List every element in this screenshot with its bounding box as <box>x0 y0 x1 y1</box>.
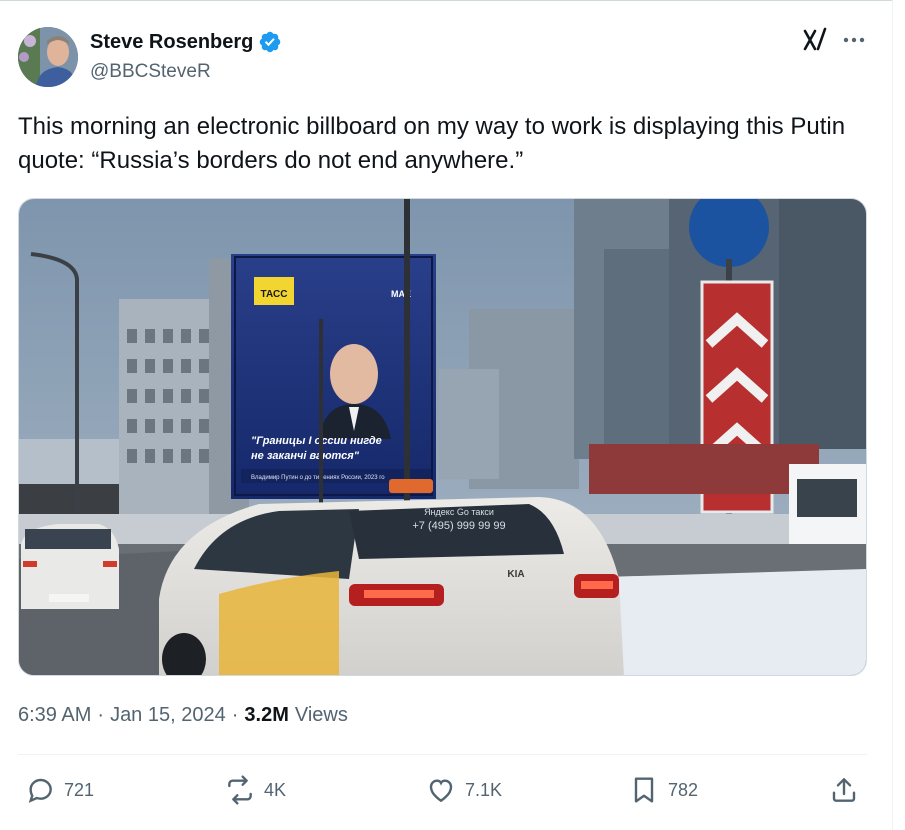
reply-icon <box>28 778 52 803</box>
meta-separator-2: · <box>231 704 239 726</box>
views-count: 3.2M <box>244 704 289 726</box>
taxi-service-text: Яндекс Go такси <box>424 507 494 517</box>
bookmark-count: 782 <box>668 779 699 800</box>
top-border <box>0 0 892 1</box>
author-name-row[interactable]: Steve Rosenberg <box>90 30 282 54</box>
like-count: 7.1K <box>465 779 503 800</box>
bookmark-button[interactable]: 782 <box>628 774 698 806</box>
reply-button[interactable]: 721 <box>24 774 94 806</box>
column-border <box>892 0 893 830</box>
billboard-quote-line2: не заканчі ваются" <box>251 450 360 462</box>
billboard-caption: Владимир Путин о до тижениях России, 202… <box>251 475 385 481</box>
tweet-time[interactable]: 6:39 AM <box>18 704 91 727</box>
divider <box>18 754 867 755</box>
reply-count: 721 <box>64 779 95 800</box>
bookmark-icon <box>634 777 654 803</box>
meta-separator: · <box>97 704 105 726</box>
repost-count: 4K <box>264 779 287 800</box>
share-button[interactable] <box>828 774 860 806</box>
tweet-meta: 6:39 AM · Jan 15, 2024 · 3.2M Views <box>18 704 348 727</box>
taxi-phone-text: +7 (495) 999 99 99 <box>412 520 505 532</box>
author-display-name[interactable]: Steve Rosenberg <box>90 31 253 54</box>
billboard-tass-logo: ТАСС <box>261 289 288 300</box>
repost-button[interactable]: 4K <box>224 774 286 806</box>
heart-icon <box>429 779 453 803</box>
repost-icon <box>228 775 252 805</box>
tweet-date[interactable]: Jan 15, 2024 <box>110 704 226 727</box>
views-label: Views <box>294 704 348 726</box>
tweet-photo[interactable]: ТАСС МАЕ "Границы I оссии нигде не закан… <box>18 198 867 676</box>
like-button[interactable]: 7.1K <box>425 774 502 806</box>
grok-icon[interactable] <box>801 26 829 54</box>
verified-badge-icon <box>260 31 281 53</box>
taxi-brand-badge: KIA <box>507 569 524 580</box>
author-handle[interactable]: @BBCSteveR <box>90 61 211 83</box>
action-bar: 721 4K 7.1K 782 <box>18 770 867 814</box>
share-icon <box>832 778 856 802</box>
avatar[interactable] <box>18 27 78 87</box>
billboard-quote-line1: "Границы I оссии нигде <box>251 435 382 447</box>
more-options-icon[interactable] <box>840 30 868 50</box>
tweet-text: This morning an electronic billboard on … <box>18 113 846 174</box>
